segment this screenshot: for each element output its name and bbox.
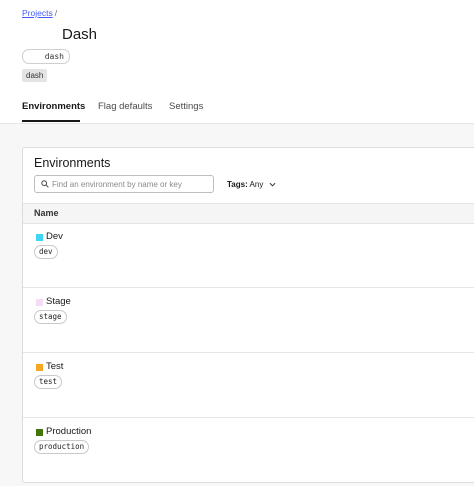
project-key: dash [44,52,64,61]
env-color-swatch [36,299,43,306]
env-key-chip: stage [34,310,67,324]
table-header: Name [23,203,474,224]
search-input[interactable] [52,177,210,191]
table-row: Test test [23,353,474,418]
breadcrumb: Projects / [22,8,57,18]
search-icon [41,180,49,188]
env-key-chip: production [34,440,90,454]
env-key-chip: test [34,375,63,389]
tags-filter-dropdown[interactable]: Tags: Any [227,180,276,189]
table-row: Stage stage [23,288,474,353]
table-row: Production production [23,418,474,482]
breadcrumb-projects-link[interactable]: Projects [22,8,53,18]
table-row: Dev dev [23,223,474,288]
project-key-chip: dash [22,49,70,64]
search-box[interactable] [34,175,214,193]
env-name-link[interactable]: Stage [46,296,71,307]
tab-flag-defaults[interactable]: Flag defaults [98,101,152,112]
chevron-down-icon [269,183,276,187]
tags-filter-value: Any [249,180,264,189]
active-tab-indicator [22,120,80,122]
breadcrumb-separator: / [54,8,58,18]
page: Projects / Dash dash dash Environments Fl… [0,0,474,486]
page-title: Dash [62,26,98,43]
env-key-chip: dev [34,245,58,259]
env-name-link[interactable]: Production [46,426,91,437]
tab-environments[interactable]: Environments [22,101,85,112]
environments-card: Environments Tags: Any Name Dev dev St [22,147,474,483]
column-header-name: Name [34,208,59,218]
tags-filter-label: Tags: [227,180,248,189]
env-name-link[interactable]: Test [46,361,63,372]
card-title: Environments [34,156,111,170]
env-color-swatch [36,234,43,241]
tab-settings[interactable]: Settings [169,101,203,112]
env-color-swatch [36,429,43,436]
env-color-swatch [36,364,43,371]
project-tag: dash [22,69,48,82]
env-name-link[interactable]: Dev [46,231,63,242]
tab-bar: Environments Flag defaults Settings [0,94,474,124]
